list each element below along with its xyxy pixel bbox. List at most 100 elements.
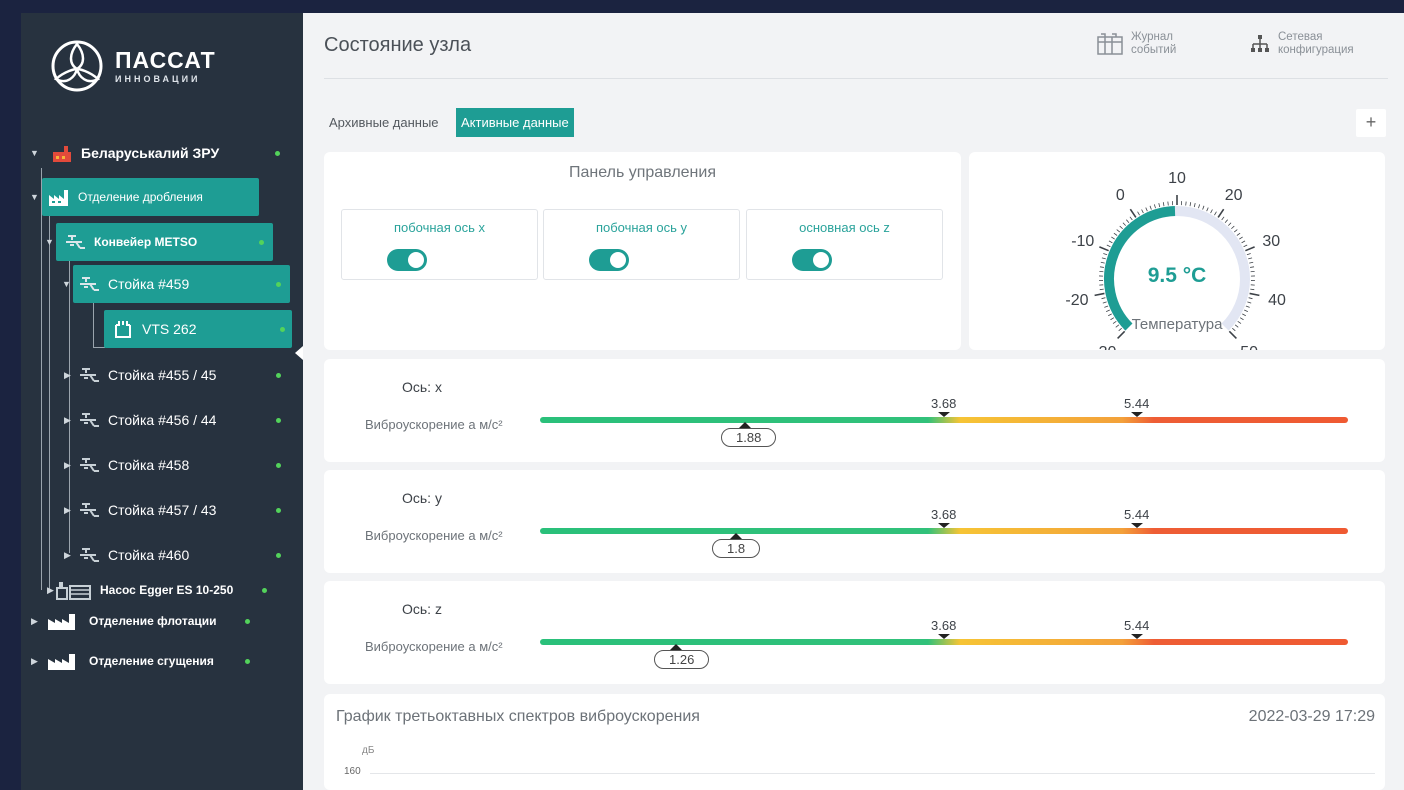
tree-item-conveyor-metso[interactable]: ▼ Конвейер METSO [45, 223, 273, 261]
gauge-minor-tick [1228, 222, 1232, 226]
factory-icon [53, 146, 71, 162]
gauge-major-tick [1249, 292, 1260, 297]
gauge-minor-tick [1106, 244, 1111, 248]
caret-right-icon[interactable]: ▶ [64, 550, 71, 561]
gauge-minor-tick [1249, 261, 1254, 264]
gauge-tick-label: 40 [1268, 292, 1286, 309]
gauge-major-tick [1228, 330, 1237, 339]
status-dot [276, 462, 281, 468]
threshold-warning-marker [938, 523, 950, 528]
axis-z-toggle[interactable] [792, 249, 832, 271]
vibration-card-x: Ось: x Виброускорение а м/с² 3.68 5.44 1… [324, 359, 1385, 462]
tree-item-thickening[interactable]: ▶ Отделение сгущения [31, 642, 262, 680]
current-value-badge: 1.88 [721, 428, 777, 447]
gauge-minor-tick [1233, 229, 1238, 233]
conveyor-icon [80, 548, 99, 562]
gauge-tick-label: -30 [1093, 344, 1116, 350]
caret-down-icon[interactable]: ▼ [30, 148, 39, 158]
gauge-tick-label: 50 [1240, 344, 1258, 350]
caret-right-icon[interactable]: ▶ [31, 616, 38, 627]
tree-item-stand-460[interactable]: ▶ Стойка #460 [64, 536, 288, 574]
status-dot [276, 417, 281, 423]
pump-icon [56, 582, 91, 600]
tree-item-belaruskali[interactable]: ▼ Беларуськалий ЗРУ [30, 134, 291, 172]
gauge-minor-tick [1116, 229, 1121, 233]
gauge-minor-tick [1141, 209, 1144, 214]
tab-active-data[interactable]: Активные данные [456, 108, 574, 137]
tree-item-stand-458[interactable]: ▶ Стойка #458 [64, 446, 288, 484]
axis-x-toggle[interactable] [387, 249, 427, 271]
vibration-axis-label: Ось: y [402, 490, 442, 506]
conveyor-icon [66, 235, 85, 249]
temperature-card: -30 -20 -10 0 10 20 30 40 50 9.5 °C Температура [969, 152, 1385, 361]
caret-right-icon[interactable]: ▶ [47, 585, 54, 596]
caret-right-icon[interactable]: ▶ [64, 415, 71, 426]
gauge-major-tick [1217, 208, 1225, 218]
tree-item-vts-262[interactable]: VTS 262 [104, 310, 292, 348]
caret-down-icon[interactable]: ▼ [30, 192, 39, 202]
spectrum-chart-date: 2022-03-29 17:29 [1248, 708, 1375, 725]
tab-archive-data[interactable]: Архивные данные [324, 108, 444, 137]
status-dot [280, 326, 285, 332]
axis-x-box: побочная ось x [341, 209, 538, 280]
tree-item-stand-455[interactable]: ▶ Стойка #455 / 45 [64, 356, 288, 394]
add-button[interactable]: + [1356, 109, 1386, 137]
threshold-alarm-label: 5.44 [1124, 618, 1150, 633]
temperature-label: Температура [1132, 316, 1224, 333]
caret-down-icon[interactable]: ▼ [45, 237, 54, 247]
tree-item-label: Беларуськалий ЗРУ [81, 145, 220, 161]
gauge-tick-label: 10 [1168, 170, 1186, 187]
threshold-alarm-marker [1131, 634, 1143, 639]
axis-y-label: побочная ось y [595, 220, 688, 235]
gauge-minor-tick [1129, 216, 1133, 221]
tree-item-stand-459[interactable]: ▼ Стойка #459 [62, 265, 290, 303]
brand-logo: ПАССАТ ИННОВАЦИИ [51, 39, 216, 93]
status-dot [262, 587, 267, 593]
gauge-tick-label: 30 [1262, 233, 1280, 250]
tree-item-label: VTS 262 [142, 321, 197, 337]
current-value-badge: 1.26 [654, 650, 710, 669]
gauge-minor-tick [1122, 222, 1126, 226]
gauge-minor-tick [1158, 203, 1161, 208]
gauge-major-tick [1117, 330, 1126, 339]
gauge-minor-tick [1250, 266, 1255, 268]
tree-item-crushing[interactable]: ▼ Отделение дробления [30, 178, 259, 216]
conveyor-icon [80, 503, 99, 517]
network-config-link[interactable]: Сетевая конфигурация [1250, 31, 1354, 57]
conveyor-icon [80, 277, 99, 291]
vibration-measure-label: Виброускорение а м/с² [365, 417, 503, 432]
caret-right-icon[interactable]: ▶ [31, 656, 38, 667]
gauge-minor-tick [1202, 205, 1205, 210]
caret-right-icon[interactable]: ▶ [64, 460, 71, 471]
gauge-minor-tick [1113, 232, 1118, 236]
gauge-minor-tick [1153, 204, 1156, 209]
tree-item-stand-456[interactable]: ▶ Стойка #456 / 44 [64, 401, 288, 439]
tree-item-label: Стойка #460 [108, 547, 190, 563]
journal-icon [1097, 33, 1123, 55]
collapse-sidebar-handle[interactable] [295, 346, 303, 360]
current-value-badge: 1.8 [712, 539, 761, 558]
caret-right-icon[interactable]: ▶ [64, 505, 71, 516]
sidebar: ПАССАТ ИННОВАЦИИ ▼ Беларуськалий ЗРУ ▼ О… [21, 13, 303, 790]
gauge-minor-tick [1193, 203, 1196, 208]
control-panel-card: Панель управления побочная ось x побочна… [324, 152, 961, 350]
gauge-minor-tick [1231, 225, 1235, 230]
gauge-minor-tick [1119, 225, 1123, 230]
tree-item-flotation[interactable]: ▶ Отделение флотации [31, 602, 262, 640]
spectrum-chart-title: График третьоктавных спектров виброускор… [336, 708, 700, 725]
status-dot [276, 507, 281, 513]
tree-item-stand-457[interactable]: ▶ Стойка #457 / 43 [64, 491, 288, 529]
status-dot [276, 372, 281, 378]
event-journal-link[interactable]: Журнал событий [1097, 31, 1176, 57]
gauge-minor-tick [1244, 309, 1249, 313]
caret-right-icon[interactable]: ▶ [64, 370, 71, 381]
conveyor-icon [80, 413, 99, 427]
threshold-alarm-label: 5.44 [1124, 396, 1150, 411]
caret-down-icon[interactable]: ▼ [62, 279, 71, 289]
vibration-card-z: Ось: z Виброускорение а м/с² 3.68 5.44 1… [324, 581, 1385, 684]
tree-line [49, 209, 50, 590]
gauge-minor-tick [1101, 297, 1106, 300]
status-dot [259, 239, 264, 245]
spectrum-gridline [370, 773, 1375, 774]
axis-y-toggle[interactable] [589, 249, 629, 271]
